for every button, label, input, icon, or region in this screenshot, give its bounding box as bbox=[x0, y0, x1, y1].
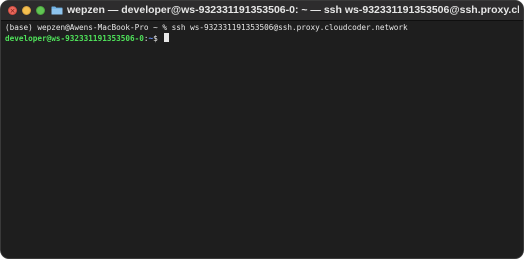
folder-icon bbox=[51, 6, 63, 15]
terminal-content[interactable]: (base) wepzen@Awens-MacBook-Pro ~ % ssh … bbox=[1, 21, 523, 258]
terminal-window: × wepzen — developer@ws-932331191353506-… bbox=[0, 0, 524, 259]
terminal-line-prompt: developer@ws-932331191353506-0:~$ bbox=[5, 33, 523, 43]
close-icon: × bbox=[9, 7, 16, 15]
prompt-user-host: developer@ws-932331191353506-0 bbox=[5, 34, 144, 43]
close-button[interactable]: × bbox=[8, 6, 17, 15]
text-cursor bbox=[164, 33, 170, 42]
prompt-symbol: $ bbox=[153, 34, 163, 43]
terminal-line-command: (base) wepzen@Awens-MacBook-Pro ~ % ssh … bbox=[5, 23, 408, 32]
title-bar[interactable]: × wepzen — developer@ws-932331191353506-… bbox=[1, 1, 523, 21]
minimize-button[interactable] bbox=[22, 6, 31, 15]
window-title: wepzen — developer@ws-932331191353506-0:… bbox=[67, 4, 519, 16]
maximize-button[interactable] bbox=[36, 6, 45, 15]
